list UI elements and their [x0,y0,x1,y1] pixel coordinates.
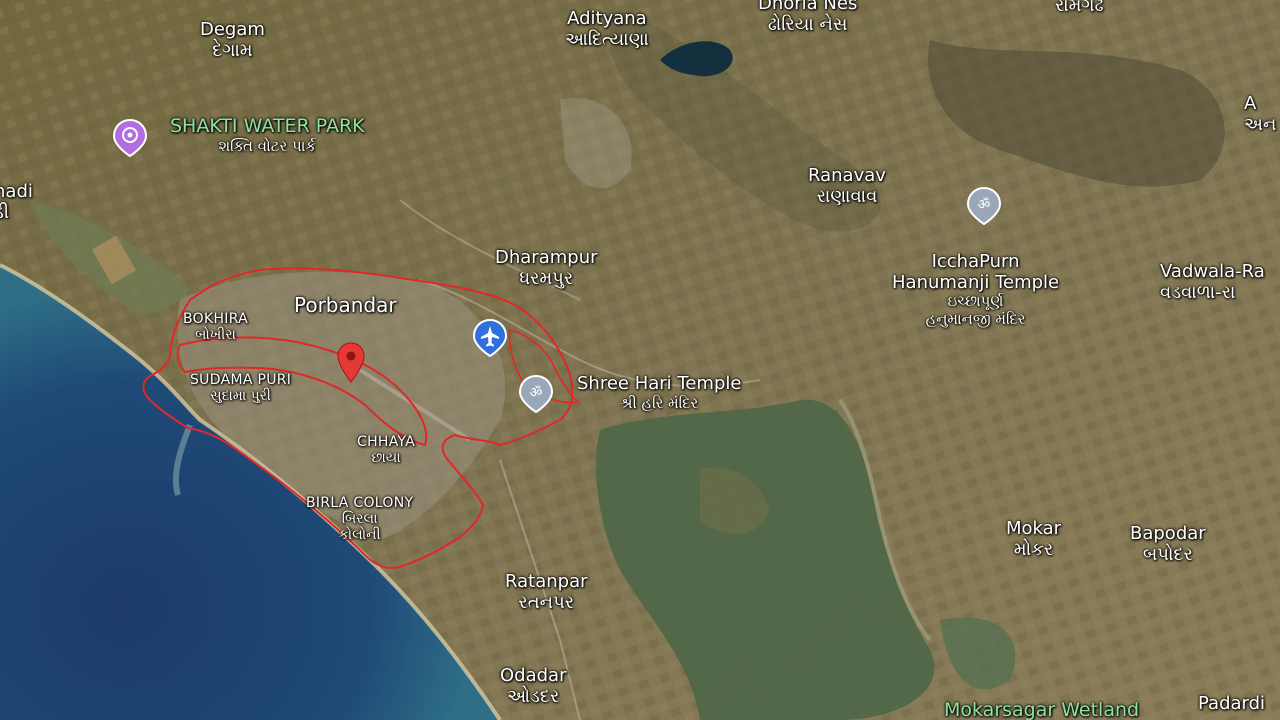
poi-label-mokarsagar-wetland[interactable]: Mokarsagar Wetland [944,699,1140,720]
place-name: Odadar [500,665,567,686]
place-label-dharampur[interactable]: Dharampur ધરમપુર [495,247,598,289]
place-name: Ranavav [808,165,886,186]
place-name-gujarati: છાયા [371,450,401,467]
place-name-gujarati: કોલોની [338,527,381,544]
place-name-gujarati: ઢોરિયા નેસ [767,13,848,35]
place-label-ranavav[interactable]: Ranavav રાણાવાવ [808,165,886,207]
place-label-padardi[interactable]: Padardi [1198,693,1266,715]
place-name-gujarati: રતનપર [518,591,575,613]
airplane-icon[interactable] [472,318,508,358]
poi-name: SHAKTI WATER PARK [170,115,365,137]
place-label-vadwala[interactable]: Vadwala-Ra વડવાળા-રા [1160,261,1265,303]
place-label-edge-right[interactable]: A અન [1244,93,1277,135]
place-name-gujarati: સુદામા પુરી [210,388,271,405]
place-label-bapodar[interactable]: Bapodar બપોદર [1130,523,1206,565]
poi-name: Mokarsagar Wetland [944,699,1140,720]
poi-name: IcchaPurn [931,251,1020,272]
place-name-gujarati: બિરલા [341,511,378,528]
svg-text:ॐ: ॐ [978,197,991,213]
place-label-odadar[interactable]: Odadar ઓડદર [500,665,567,707]
place-name: Ratanpar [505,571,588,592]
place-name: Mokar [1006,518,1062,539]
place-label-edge-left[interactable]: hadi ડી [0,181,33,223]
place-name-gujarati: ધરમપુર [519,267,574,289]
place-name-gujarati: વડવાળા-રા [1160,281,1236,303]
place-label-degam[interactable]: Degam દેગામ [200,19,265,61]
satellite-terrain [0,0,1280,720]
poi-name-gujarati: ઇચ્છાપૂર્ણ [947,292,1004,311]
place-name-gujarati: દેગામ [212,39,253,61]
place-name: A [1244,93,1257,114]
place-label-adityana[interactable]: Adityana આદિત્યાણા [565,8,649,50]
place-name: Bapodar [1130,523,1206,544]
poi-label-shakti-water-park[interactable]: SHAKTI WATER PARK શક્તિ વોટર પાર્ક [170,115,365,155]
satellite-map[interactable]: ॐ ॐ Degam દેગામ Adityana આદિત્યાણા Dhori… [0,0,1280,720]
place-name: Padardi [1198,693,1266,714]
place-label-ratanpar[interactable]: Ratanpar રતનપર [505,571,588,613]
poi-name: Shree Hari Temple [577,373,742,394]
place-label-dhoria-nes[interactable]: Dhoria Nes ઢોરિયા નેસ [758,0,857,35]
place-name: Vadwala-Ra [1160,261,1265,282]
place-name-gujarati: ઓડદર [507,685,560,707]
poi-name-gujarati: શ્રી હરિ મંદિર [620,393,699,412]
place-name: Porbandar [294,293,397,317]
water-park-pin[interactable] [112,118,148,158]
place-name-gujarati: રામગઢ [1055,0,1104,16]
poi-name: Hanumanji Temple [892,271,1060,293]
place-name: Degam [200,19,265,40]
om-icon[interactable]: ॐ [518,374,554,414]
place-name: CHHAYA [357,434,416,450]
place-label-ramgadh[interactable]: રામગઢ [1055,0,1104,17]
place-label-mokar[interactable]: Mokar મોકર [1006,518,1062,560]
svg-text:ॐ: ॐ [530,385,543,401]
place-name-gujarati: બોખીરા [195,327,236,344]
place-name-gujarati: રાણાવાવ [816,185,878,207]
place-label-sudama-puri[interactable]: SUDAMA PURI સુદામા પુરી [190,372,291,404]
place-name: Adityana [567,8,647,29]
place-name-gujarati: મોકર [1013,538,1054,560]
place-name: BOKHIRA [183,311,249,327]
place-label-bokhira[interactable]: BOKHIRA બોખીરા [183,311,248,343]
poi-label-shree-hari-temple[interactable]: Shree Hari Temple શ્રી હરિ મંદિર [577,373,742,412]
place-name: BIRLA COLONY [306,495,414,511]
place-name-gujarati: બપોદર [1142,543,1193,565]
location-pin-icon[interactable] [337,342,365,384]
poi-name-gujarati: હનુમાનજી મંદિર [925,309,1026,328]
place-name: SUDAMA PURI [190,372,292,388]
poi-label-icchapurn-temple[interactable]: IcchaPurn Hanumanji Temple ઇચ્છાપૂર્ણ હન… [892,251,1060,328]
place-name: Dharampur [495,247,598,268]
place-label-porbandar[interactable]: Porbandar [294,294,397,317]
place-name-gujarati: આદિત્યાણા [565,28,649,50]
place-label-chhaya[interactable]: CHHAYA છાયા [357,434,415,466]
place-name-gujarati: અન [1244,113,1277,135]
place-label-birla-colony[interactable]: BIRLA COLONY બિરલા કોલોની [306,495,413,543]
poi-name-gujarati: શક્તિ વોટર પાર્ક [218,136,317,155]
place-name: Dhoria Nes [758,0,858,14]
place-name-gujarati: ડી [0,201,10,223]
om-icon[interactable]: ॐ [966,186,1002,226]
place-name: hadi [0,181,33,202]
